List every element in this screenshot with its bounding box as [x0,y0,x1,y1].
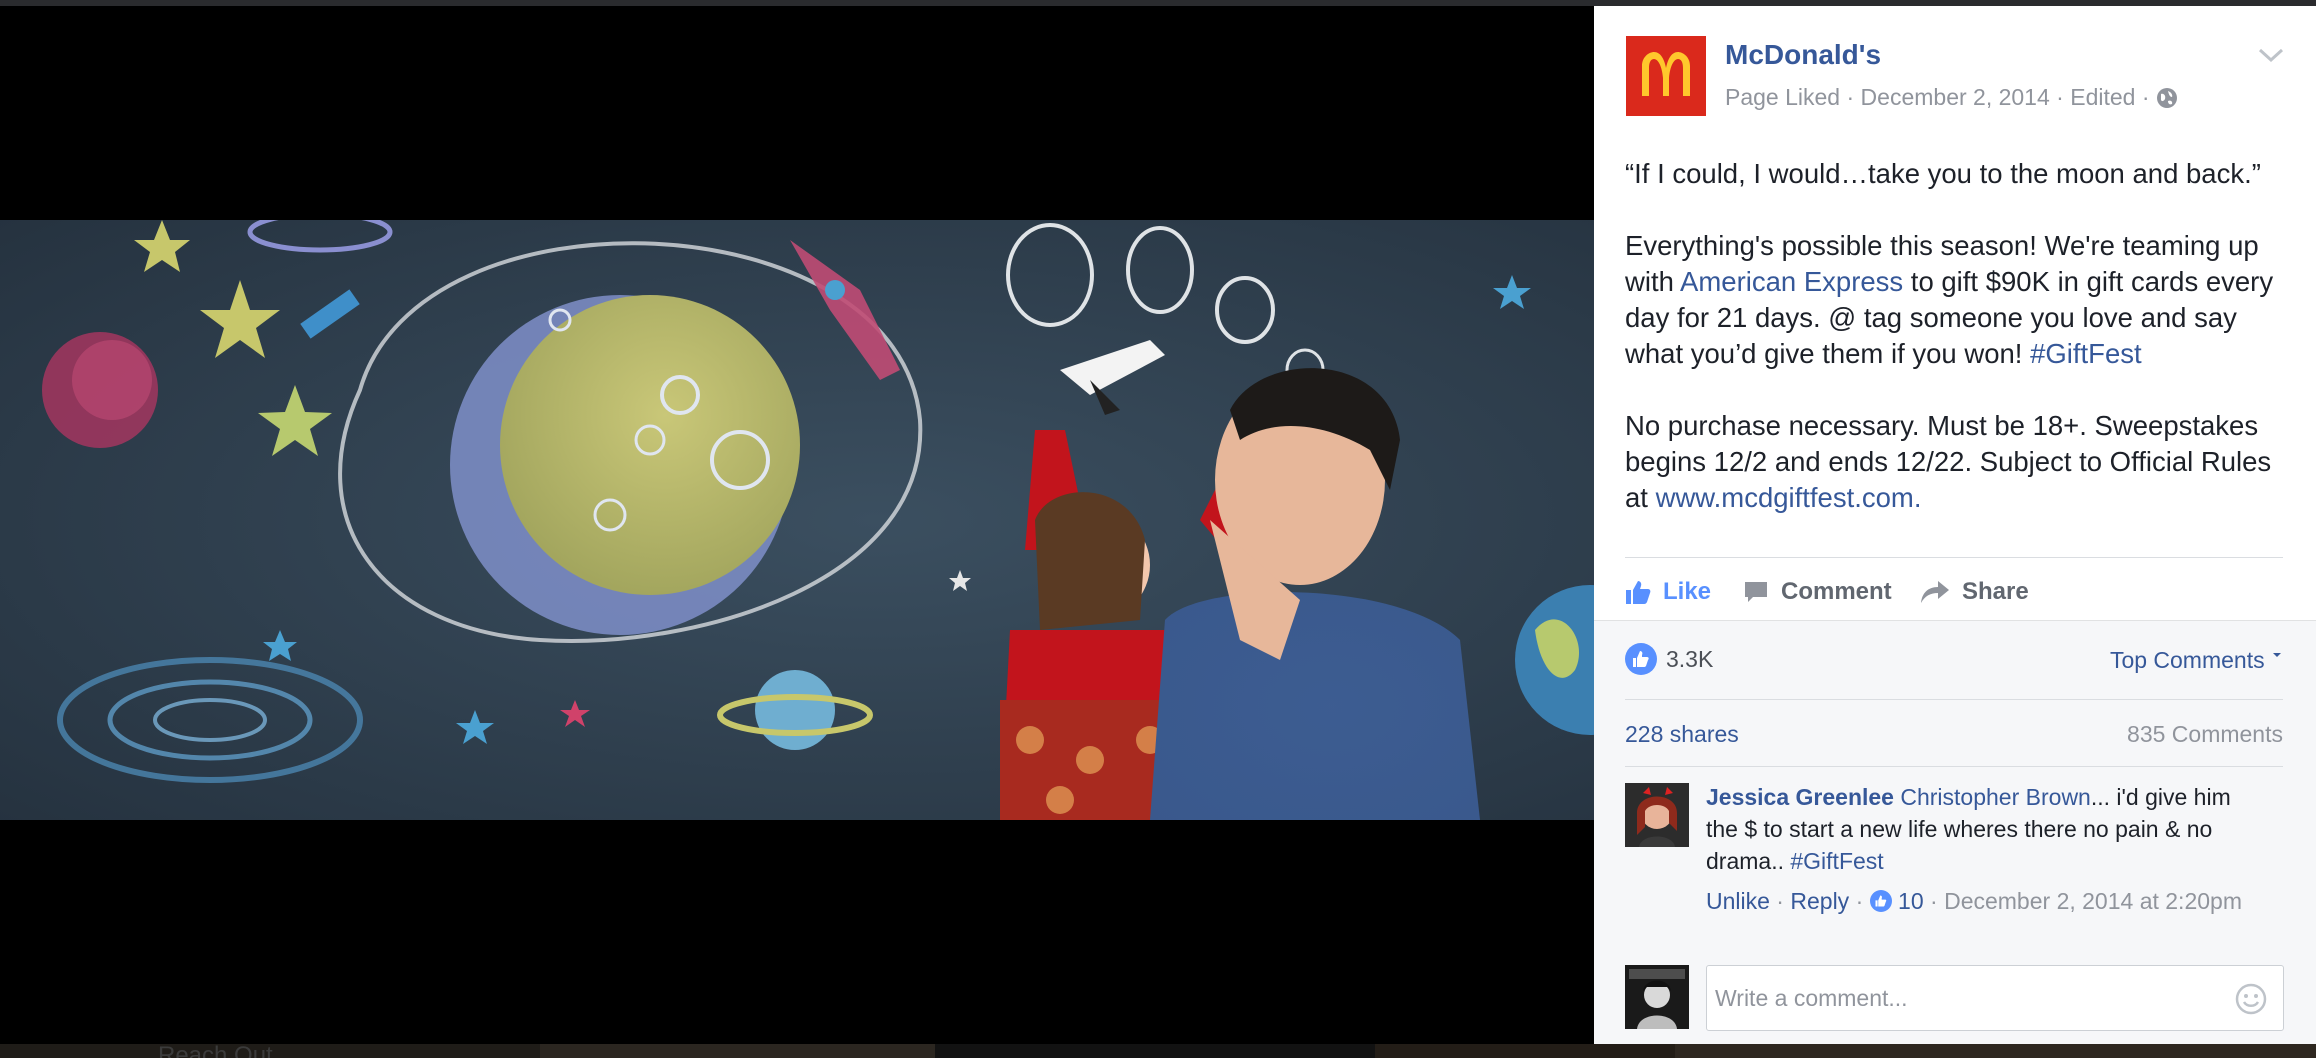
post-text-quote: “If I could, I would…take you to the moo… [1625,158,2261,189]
avatar[interactable] [1625,783,1689,847]
divider [1625,557,2283,558]
post-date-link[interactable]: December 2, 2014 [1861,84,2050,111]
photo-viewer[interactable] [0,6,1594,1044]
comment-actions: Unlike · Reply · 10 · December 2, 2014 a… [1706,885,2266,917]
american-express-link[interactable]: American Express [1680,266,1903,297]
post-photo[interactable] [0,220,1594,820]
comment-text: Jessica Greenlee Christopher Brown... i'… [1706,781,2266,877]
meta-separator: · [1923,888,1945,914]
comment-label: Comment [1781,578,1892,605]
meta-separator: · [2135,84,2156,110]
edited-link[interactable]: Edited [2070,84,2135,111]
emoji-icon[interactable] [2235,983,2267,1015]
share-button[interactable]: Share [1920,572,2029,612]
comment-composer[interactable] [1706,965,2284,1031]
avatar[interactable] [1625,965,1689,1029]
unlike-link[interactable]: Unlike [1706,888,1770,914]
background-partial-text: Reach Out [158,1044,273,1058]
meta-separator: · [1849,888,1870,914]
reply-link[interactable]: Reply [1790,888,1849,914]
mcdonalds-logo[interactable] [1626,36,1706,116]
chevron-down-icon[interactable] [2256,44,2286,66]
hashtag-link[interactable]: #GiftFest [2030,338,2142,369]
comment-like-count[interactable]: 10 [1898,888,1924,914]
globe-icon[interactable] [2156,87,2178,109]
mention-link[interactable]: Christopher Brown [1900,784,2090,810]
share-arrow-icon [1921,581,1949,603]
write-comment-input[interactable] [1715,976,2215,1020]
comment-author-link[interactable]: Jessica Greenlee [1706,784,1894,810]
page-liked-label[interactable]: Page Liked [1725,84,1840,111]
share-label: Share [1962,578,2029,605]
reactions-summary[interactable]: 3.3K [1625,641,1713,677]
top-comments-dropdown[interactable]: Top Comments [2110,647,2283,674]
post-meta: Page Liked · December 2, 2014 · Edited · [1725,84,2178,111]
like-label: Like [1663,578,1712,605]
post-text-rules: No purchase necessary. Must be 18+. Swee… [1625,408,2295,516]
comment-timestamp[interactable]: December 2, 2014 at 2:20pm [1944,888,2242,914]
likes-count: 3.3K [1666,645,1714,672]
page-name-link[interactable]: McDonald's [1725,39,1881,71]
background-strip [0,1044,2316,1058]
meta-separator: · [2049,84,2071,110]
like-reaction-icon [1869,890,1892,912]
feedback-section: 3.3K Top Comments 228 shares 835 Comment… [1594,620,2316,1044]
meta-separator: · [1840,84,1861,110]
rules-url-link[interactable]: www.mcdgiftfest.com. [1656,482,1922,513]
like-button[interactable]: Like [1625,572,1711,612]
meta-separator: · [1769,888,1791,914]
comments-count[interactable]: 835 Comments [2127,721,2283,748]
top-comments-label: Top Comments [2109,647,2265,673]
thumbs-up-icon [1626,581,1651,604]
shares-link[interactable]: 228 shares [1625,721,1739,748]
like-reaction-icon [1625,643,1657,675]
caret-down-icon [2273,653,2281,657]
post-text-paragraph: Everything's possible this season! We're… [1625,228,2295,372]
comment-icon [1745,582,1767,602]
comment-button[interactable]: Comment [1743,572,1892,612]
hashtag-link[interactable]: #GiftFest [1790,848,1883,874]
post-panel: McDonald's Page Liked · December 2, 2014… [1594,6,2316,1044]
divider [1625,766,2283,767]
divider [1625,699,2283,700]
